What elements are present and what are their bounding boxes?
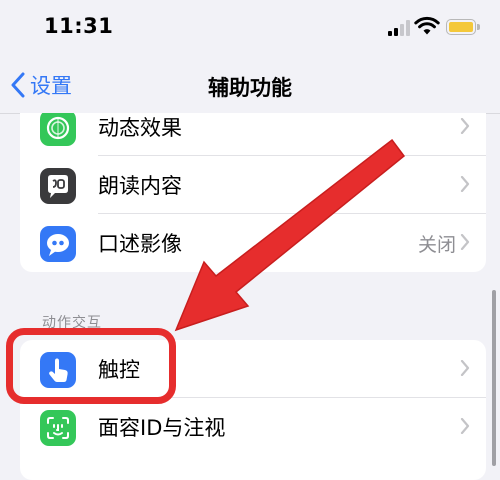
- quote-bubble-icon: [40, 226, 76, 262]
- page-title: 辅助功能: [208, 76, 292, 100]
- chevron-right-icon: [460, 418, 470, 434]
- navigation-bar-foreground: 设置 辅助功能: [0, 56, 500, 114]
- chevron-right-icon: [460, 234, 470, 250]
- list-item-label: 朗读内容: [98, 174, 182, 198]
- vision-settings-group: 动态效果 朗读内容 口述影像 关闭: [20, 98, 486, 272]
- list-item-label: 口述影像: [98, 232, 182, 256]
- face-id-icon: [40, 410, 76, 446]
- cellular-signal-icon: [388, 20, 410, 36]
- status-bar: 11:31: [0, 0, 500, 56]
- scrollbar[interactable]: [492, 290, 496, 466]
- status-time: 11:31: [44, 14, 114, 38]
- list-item-label: 面容ID与注视: [98, 416, 226, 440]
- list-item-face-id[interactable]: 面容ID与注视: [20, 398, 486, 456]
- list-item-audio-descriptions[interactable]: 口述影像 关闭: [20, 214, 486, 272]
- battery-icon: [446, 19, 480, 35]
- chevron-right-icon: [460, 360, 470, 376]
- annotation-highlight-box: [6, 328, 176, 404]
- wifi-icon: [414, 16, 440, 35]
- chevron-right-icon: [460, 176, 470, 192]
- chevron-right-icon: [460, 118, 470, 134]
- list-item-label: 动态效果: [98, 116, 182, 140]
- motion-icon: [40, 110, 76, 146]
- speech-bubble-icon: [40, 168, 76, 204]
- list-item-spoken-content[interactable]: 朗读内容: [20, 156, 486, 214]
- list-item-value: 关闭: [417, 233, 456, 256]
